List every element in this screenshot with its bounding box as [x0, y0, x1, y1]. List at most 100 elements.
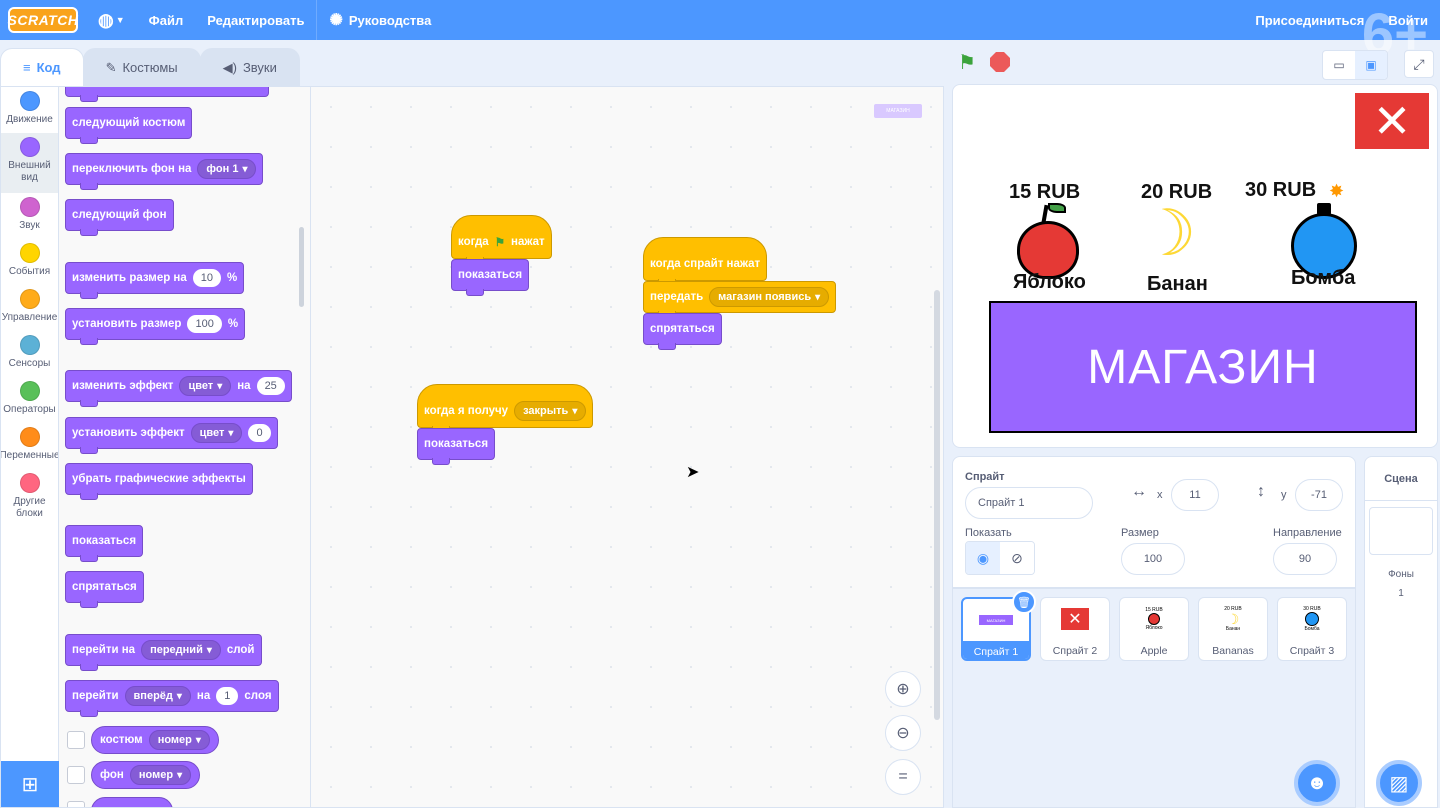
palette-block-change-size[interactable]: изменить размер на 10% — [65, 262, 245, 299]
category-sensing[interactable]: Сенсоры — [1, 331, 58, 377]
palette-block-hide[interactable]: спрятаться — [65, 571, 144, 608]
palette-scrollbar[interactable] — [299, 227, 304, 307]
palette-reporter-backdrop[interactable]: фон номер — [91, 761, 201, 789]
scratch-logo[interactable]: SCRATCH — [8, 7, 78, 33]
tab-sounds[interactable]: ◀) Звуки — [199, 48, 300, 86]
palette-block-next-costume[interactable]: следующий костюм — [65, 107, 193, 144]
palette-block-partial[interactable] — [65, 87, 269, 102]
zoom-in-button[interactable]: ⊕ — [885, 671, 921, 707]
category-variables[interactable]: Переменные — [1, 423, 58, 469]
category-dot — [19, 381, 40, 401]
block-palette: следующий костюм переключить фон на фон 1… — [59, 87, 311, 807]
category-operators[interactable]: Операторы — [1, 377, 58, 423]
backdrop-monitor-checkbox[interactable] — [67, 766, 85, 784]
join-link[interactable]: Присоединиться — [1243, 0, 1376, 40]
zoom-reset-button[interactable]: = — [885, 759, 921, 795]
effect-change-input[interactable]: 25 — [256, 377, 285, 395]
size-input[interactable]: 100 — [1121, 543, 1185, 575]
script-workspace[interactable]: когда ⚑ нажат показаться когда спрайт нажа… — [311, 87, 943, 807]
script-when-sprite-clicked[interactable]: когда спрайт нажат — [643, 237, 768, 286]
layers-input[interactable]: 1 — [216, 687, 239, 705]
tutorials-menu[interactable]: ✺ Руководства — [317, 0, 443, 40]
sprite-tile[interactable]: 20 RUB ☽ Банан Bananas — [1198, 597, 1268, 661]
direction-dropdown[interactable]: вперёд — [124, 686, 191, 706]
palette-block-go-to-layer[interactable]: перейти на передний слой — [65, 634, 262, 671]
palette-reporter-size[interactable] — [91, 797, 173, 807]
palette-block-show[interactable]: показаться — [65, 525, 144, 562]
direction-input[interactable]: 90 — [1273, 543, 1337, 575]
script-block-show[interactable]: показаться — [451, 259, 530, 296]
language-menu[interactable]: ◍ ▼ — [86, 0, 137, 40]
layer-dropdown[interactable]: передний — [141, 640, 221, 660]
sprite-name-input[interactable]: Спрайт 1 — [965, 487, 1093, 519]
script-when-receive[interactable]: когда я получу закрыть — [417, 384, 594, 433]
green-flag-button[interactable]: ⚑ — [958, 50, 976, 75]
y-arrow-icon: ↕ — [1257, 483, 1265, 500]
costume-attr-dropdown[interactable]: номер — [148, 730, 210, 750]
sprite-tile[interactable]: 15 RUB Яблоко Apple — [1119, 597, 1189, 661]
sprite-tile[interactable]: ✕ Спрайт 2 — [1040, 597, 1110, 661]
show-button[interactable]: ◉ — [966, 542, 1000, 574]
stage-target-panel[interactable]: Сцена Фоны 1 — [1364, 456, 1438, 808]
category-looks[interactable]: Внешний вид — [1, 133, 58, 193]
add-extension-button[interactable]: ⊞ — [1, 761, 59, 807]
category-events[interactable]: События — [1, 239, 58, 285]
tab-code[interactable]: ≡ Код — [0, 48, 84, 86]
block-text: убрать графические эффекты — [72, 473, 246, 485]
effect-set-input[interactable]: 0 — [248, 424, 271, 442]
tab-costumes[interactable]: ✎ Костюмы — [82, 48, 201, 86]
y-input[interactable]: -71 — [1295, 479, 1343, 511]
sprite-tile[interactable]: 30 RUB Бомба Спрайт 3 — [1277, 597, 1347, 661]
small-stage-button[interactable]: ▭ — [1323, 51, 1355, 79]
shop-sprite[interactable]: МАГАЗИН — [989, 301, 1417, 433]
size-change-input[interactable]: 10 — [192, 269, 222, 287]
palette-block-set-effect[interactable]: установить эффект цвет 0 — [65, 417, 278, 454]
add-backdrop-button[interactable]: ▨ — [1376, 760, 1422, 806]
edit-menu[interactable]: Редактировать — [195, 0, 316, 40]
close-sprite[interactable]: ✕ — [1355, 93, 1429, 149]
receive-message-dropdown[interactable]: закрыть — [514, 401, 587, 421]
script-when-flag-clicked[interactable]: когда ⚑ нажат — [451, 215, 552, 264]
add-sprite-button[interactable]: ☻ — [1294, 760, 1340, 806]
costume-monitor-checkbox[interactable] — [67, 731, 85, 749]
stage-canvas[interactable]: ✕ 15 RUB 20 RUB 30 RUB ☽ ✸ Яблоко Банан … — [952, 84, 1438, 448]
workspace-scrollbar[interactable] — [934, 290, 940, 720]
category-control[interactable]: Управление — [1, 285, 58, 331]
hide-button[interactable]: ⊘ — [1000, 542, 1034, 574]
delete-sprite-button[interactable]: 🗑 — [1012, 590, 1036, 614]
block-text: когда — [458, 236, 489, 248]
x-input[interactable]: 11 — [1171, 479, 1219, 511]
file-menu[interactable]: Файл — [137, 0, 196, 40]
stage-thumbnail[interactable] — [1369, 507, 1433, 555]
script-block-broadcast[interactable]: передать магазин появись — [643, 281, 837, 318]
size-monitor-checkbox[interactable] — [67, 801, 85, 807]
dropdown-value: фон 1 — [206, 163, 239, 175]
banana-name: Банан — [1147, 273, 1208, 295]
effect-dropdown[interactable]: цвет — [190, 423, 243, 443]
backdrop-dropdown[interactable]: фон 1 — [197, 159, 257, 179]
normal-stage-button[interactable]: ▣ — [1355, 51, 1387, 79]
size-set-input[interactable]: 100 — [187, 315, 222, 333]
script-block-show-2[interactable]: показаться — [417, 428, 496, 465]
category-my-blocks[interactable]: Другие блоки — [1, 469, 58, 529]
palette-block-switch-backdrop[interactable]: переключить фон на фон 1 — [65, 153, 264, 190]
broadcast-message-dropdown[interactable]: магазин появись — [709, 287, 830, 307]
menu-bar: SCRATCH ◍ ▼ Файл Редактировать ✺ Руководст… — [0, 0, 1440, 64]
script-block-hide[interactable]: спрятаться — [643, 313, 722, 350]
palette-reporter-costume[interactable]: костюм номер — [91, 726, 219, 754]
palette-block-set-size[interactable]: установить размер 100% — [65, 308, 246, 345]
fullscreen-button[interactable]: ⤢ — [1404, 50, 1434, 78]
category-motion[interactable]: Движение — [1, 87, 58, 133]
category-sound[interactable]: Звук — [1, 193, 58, 239]
palette-block-go-layers[interactable]: перейти вперёд на 1 слоя — [65, 680, 279, 717]
banana-sprite[interactable]: ☽ — [1139, 201, 1196, 265]
category-dot — [19, 473, 40, 493]
backdrop-attr-dropdown[interactable]: номер — [129, 765, 192, 785]
effect-dropdown[interactable]: цвет — [179, 376, 232, 396]
sprite-label: Спрайт — [965, 471, 1005, 483]
palette-block-clear-effects[interactable]: убрать графические эффекты — [65, 463, 253, 500]
palette-block-next-backdrop[interactable]: следующий фон — [65, 199, 174, 236]
zoom-out-button[interactable]: ⊖ — [885, 715, 921, 751]
stop-button[interactable] — [990, 52, 1010, 72]
palette-block-change-effect[interactable]: изменить эффект цвет на 25 — [65, 370, 292, 407]
